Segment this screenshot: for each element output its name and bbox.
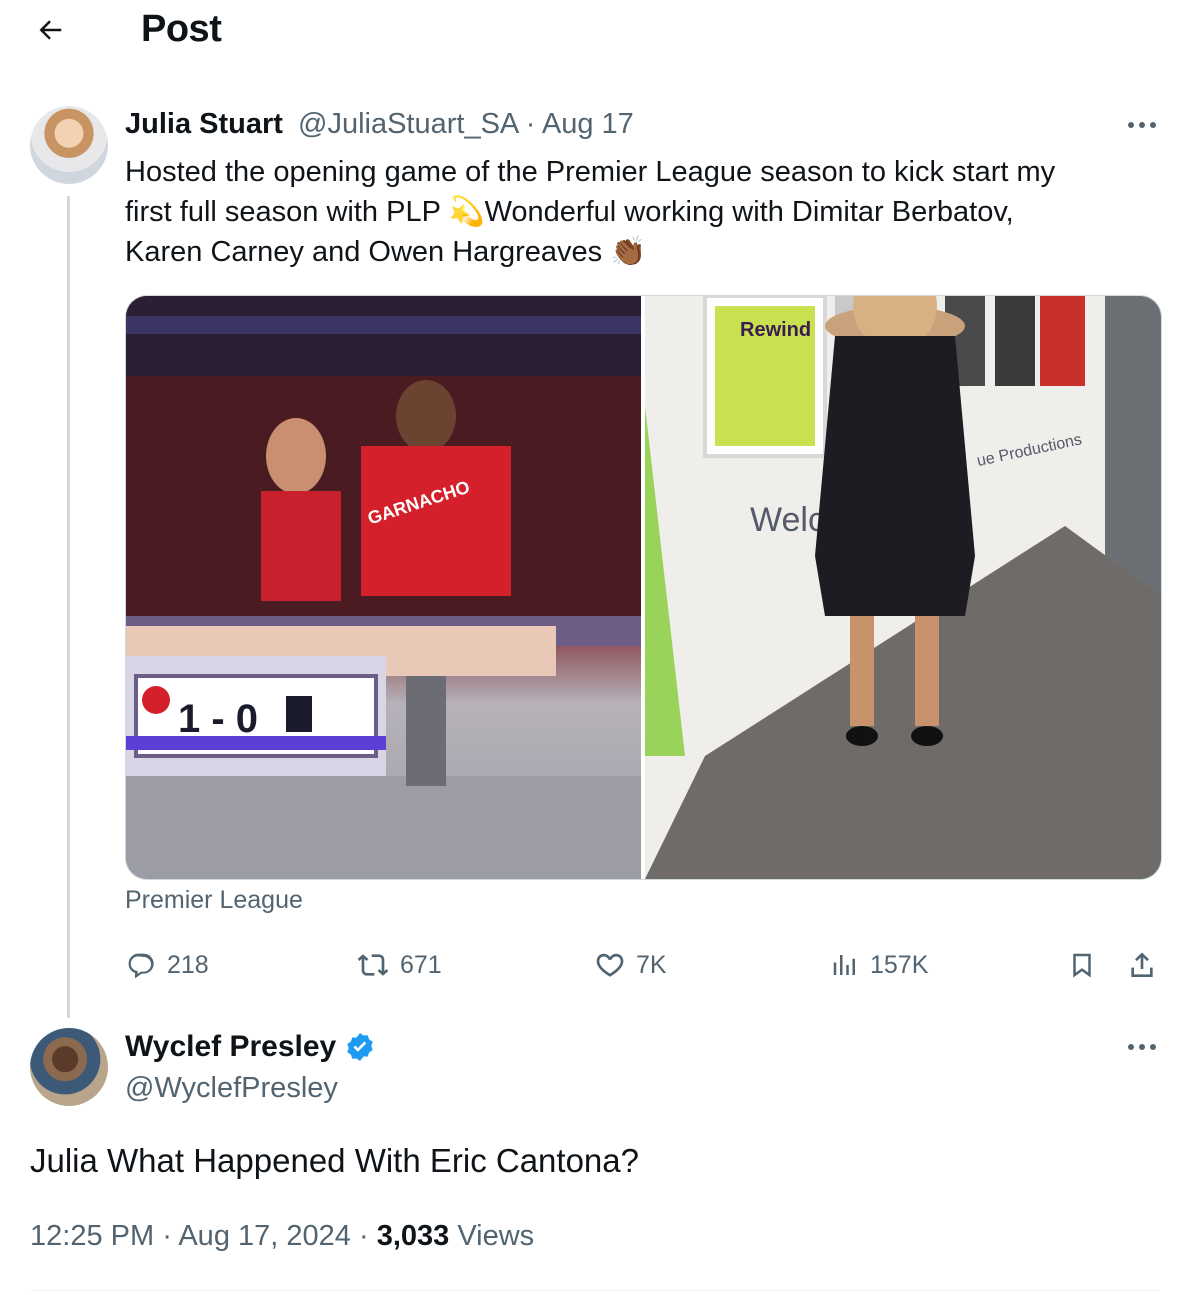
bar-chart-icon [833, 955, 855, 975]
thread-connector [67, 196, 70, 1018]
media-gallery: GARNACHO 1 - 0 Rewind Welc ue Production… [125, 295, 1162, 880]
bookmark-button[interactable] [1064, 946, 1100, 984]
scoreboard-text: 1 - 0 [178, 697, 258, 741]
reply-text: Julia What Happened With Eric Cantona? [30, 1142, 639, 1179]
reply-views-label: Views [457, 1220, 535, 1252]
back-button[interactable] [30, 10, 70, 50]
post-text: Hosted the opening game of the Premier L… [125, 152, 1135, 272]
post-text-line: Karen Carney and Owen Hargreaves [125, 236, 611, 268]
reply-more-options-button[interactable] [1118, 1032, 1166, 1062]
reply-button[interactable]: 218 [125, 946, 209, 984]
reply-date[interactable]: Aug 17, 2024 [178, 1220, 351, 1252]
clapping-hands-emoji: 👏🏾 [610, 236, 647, 268]
dizzy-star-emoji: 💫 [448, 196, 485, 228]
more-horizontal-icon [1128, 1044, 1156, 1050]
meta-separator: · [358, 1220, 369, 1252]
media-source-label[interactable]: Premier League [125, 886, 303, 915]
reply-meta: 12:25 PM · Aug 17, 2024 · 3,033 Views [30, 1220, 534, 1253]
share-button[interactable] [1124, 946, 1160, 984]
verified-badge-icon[interactable] [344, 1031, 376, 1063]
media-photo-hallway[interactable]: Rewind Welc ue Productions [645, 296, 1161, 879]
bookmark-icon [1073, 953, 1091, 978]
repost-icon [357, 954, 389, 976]
more-horizontal-icon [1128, 122, 1156, 128]
views-button[interactable]: 157K [830, 946, 928, 984]
wall-text: Welc [750, 501, 825, 539]
post-text-line: first full season with PLP [125, 196, 449, 228]
reply-bubble-icon [128, 953, 154, 979]
author-handle-and-date: @JuliaStuart_SA · Aug 17 [298, 108, 634, 141]
arrow-left-icon [39, 20, 62, 40]
frame-text: Rewind [740, 319, 811, 341]
repost-count: 671 [400, 950, 442, 979]
share-upload-icon [1131, 952, 1153, 977]
avatar[interactable] [30, 1028, 108, 1106]
reply-author-row: Wyclef Presley [125, 1030, 376, 1064]
heart-icon [596, 953, 624, 977]
meta-separator: · [162, 1220, 172, 1252]
meta-separator: · [525, 108, 536, 140]
reply-count: 218 [167, 950, 209, 979]
repost-button[interactable]: 671 [356, 946, 442, 984]
author-handle[interactable]: @JuliaStuart_SA [298, 108, 518, 140]
views-count: 157K [870, 950, 929, 979]
media-photo-studio[interactable]: GARNACHO 1 - 0 [126, 296, 641, 879]
studio-illustration: GARNACHO 1 - 0 [126, 296, 641, 879]
reply-author-handle[interactable]: @WyclefPresley [125, 1072, 338, 1105]
author-name[interactable]: Julia Stuart [125, 108, 283, 141]
hallway-illustration: Rewind Welc ue Productions [645, 296, 1161, 879]
like-count: 7K [636, 950, 667, 979]
more-options-button[interactable] [1118, 110, 1166, 140]
reply-time[interactable]: 12:25 PM [30, 1220, 154, 1252]
page-title: Post [141, 8, 222, 50]
reply-views-count: 3,033 [376, 1220, 450, 1252]
divider [30, 1290, 1160, 1291]
post-date[interactable]: Aug 17 [542, 108, 634, 140]
post-text-line: Hosted the opening game of the Premier L… [125, 156, 1056, 188]
like-button[interactable]: 7K [594, 946, 667, 984]
reply-author-name[interactable]: Wyclef Presley [125, 1030, 336, 1064]
avatar[interactable] [30, 106, 108, 184]
post-text-line: Wonderful working with Dimitar Berbatov, [484, 196, 1014, 228]
